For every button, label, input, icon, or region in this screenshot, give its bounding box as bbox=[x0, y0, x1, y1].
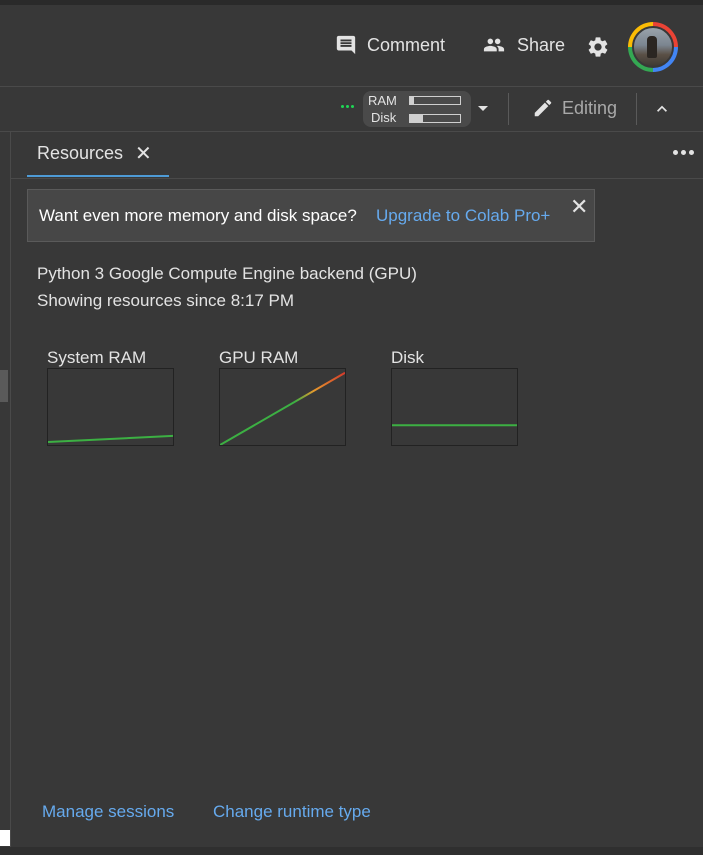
gpu-ram-title: GPU RAM bbox=[219, 348, 299, 367]
settings-button[interactable] bbox=[586, 35, 620, 59]
bottom-edge bbox=[0, 847, 703, 855]
tab-resources[interactable]: Resources ✕ bbox=[27, 132, 169, 177]
connection-status-icon bbox=[341, 105, 354, 108]
gear-icon bbox=[588, 37, 608, 57]
share-button[interactable]: Share bbox=[481, 34, 565, 56]
ram-usage-bar bbox=[409, 96, 461, 105]
panel-tab-bar: Resources ✕ bbox=[11, 132, 703, 179]
more-options-icon[interactable] bbox=[673, 150, 694, 155]
runtime-dropdown-icon[interactable] bbox=[478, 106, 488, 111]
close-icon[interactable]: ✕ bbox=[135, 144, 152, 164]
people-icon bbox=[483, 38, 505, 52]
backend-info: Python 3 Google Compute Engine backend (… bbox=[37, 264, 417, 283]
change-runtime-link[interactable]: Change runtime type bbox=[213, 802, 371, 822]
close-icon[interactable]: ✕ bbox=[570, 196, 588, 218]
divider bbox=[636, 93, 637, 125]
upgrade-link[interactable]: Upgrade to Colab Pro+ bbox=[376, 206, 550, 226]
disk-usage-fill bbox=[410, 115, 423, 122]
avatar-photo bbox=[632, 26, 674, 68]
sidebar-bottom-marker bbox=[0, 830, 10, 846]
collapse-header-button[interactable] bbox=[652, 99, 672, 124]
pencil-icon bbox=[534, 99, 552, 117]
ram-disk-indicator[interactable]: RAM Disk bbox=[363, 91, 471, 127]
editing-mode-button[interactable]: Editing bbox=[532, 97, 617, 119]
system-ram-line bbox=[48, 434, 173, 443]
sidebar-scroll-handle[interactable] bbox=[0, 370, 8, 402]
tab-resources-label: Resources bbox=[37, 143, 124, 163]
disk-label: Disk bbox=[371, 110, 397, 125]
gpu-ram-graph bbox=[219, 368, 346, 446]
resources-since: Showing resources since 8:17 PM bbox=[37, 291, 295, 310]
user-avatar[interactable] bbox=[628, 22, 678, 72]
system-ram-title: System RAM bbox=[47, 348, 147, 367]
share-label: Share bbox=[517, 34, 566, 55]
left-sidebar bbox=[0, 132, 11, 855]
manage-sessions-link[interactable]: Manage sessions bbox=[42, 802, 174, 822]
gpu-ram-chart bbox=[220, 371, 345, 445]
chevron-up-icon bbox=[657, 105, 667, 112]
system-ram-graph bbox=[47, 368, 174, 446]
upgrade-banner: Want even more memory and disk space? Up… bbox=[27, 189, 595, 242]
top-edge bbox=[0, 0, 703, 5]
app-header: Comment Share bbox=[0, 6, 703, 87]
disk-usage-bar bbox=[409, 114, 461, 123]
ram-usage-fill bbox=[410, 97, 414, 104]
disk-title: Disk bbox=[391, 348, 425, 367]
editing-label: Editing bbox=[562, 97, 618, 118]
comment-label: Comment bbox=[367, 34, 446, 55]
divider bbox=[508, 93, 509, 125]
system-ram-chart bbox=[48, 434, 173, 443]
gpu-ram-line bbox=[220, 371, 345, 445]
avatar-figure bbox=[647, 36, 657, 58]
disk-graph bbox=[391, 368, 518, 446]
ram-label: RAM bbox=[368, 93, 397, 108]
disk-chart bbox=[392, 424, 517, 427]
banner-text: Want even more memory and disk space? bbox=[39, 206, 357, 225]
comment-icon bbox=[336, 35, 356, 55]
notebook-toolbar: RAM Disk Editing bbox=[0, 87, 703, 132]
comment-button[interactable]: Comment bbox=[335, 34, 445, 56]
